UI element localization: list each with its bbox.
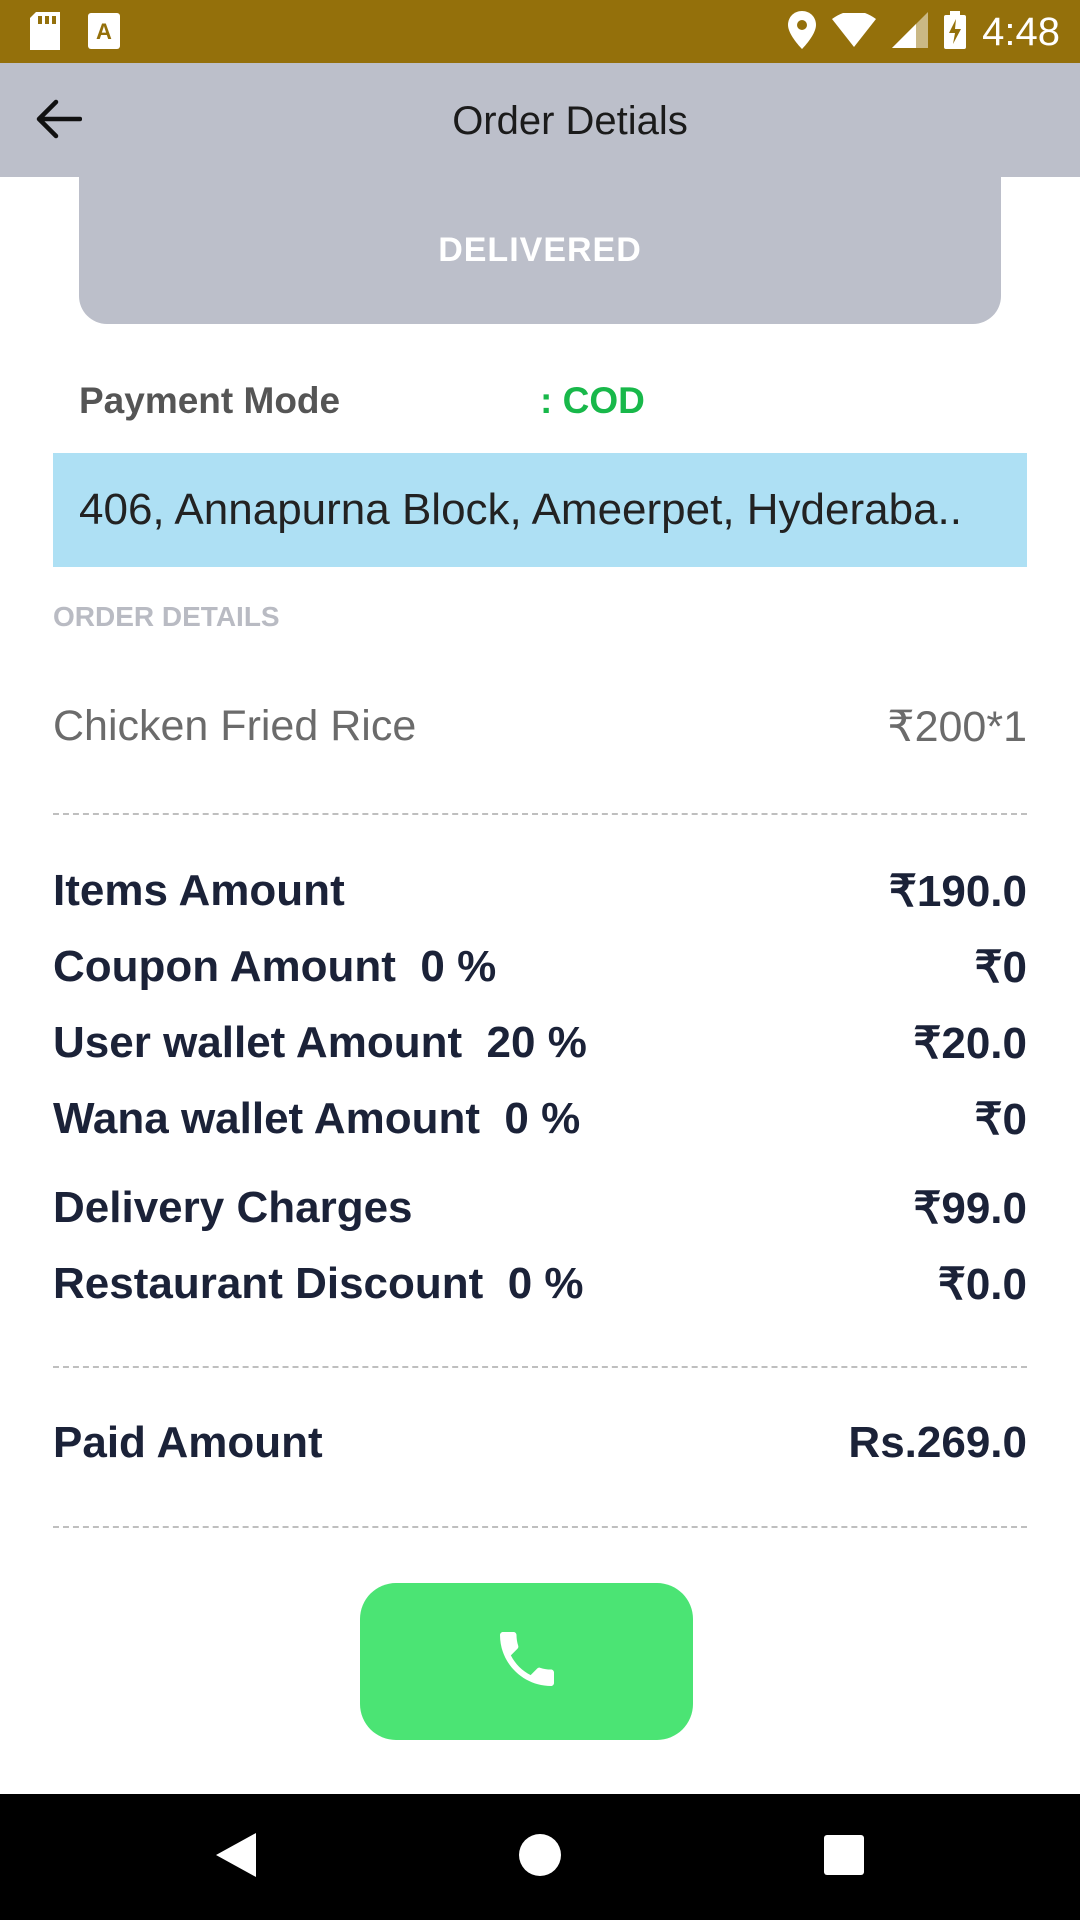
order-status-label: DELIVERED (438, 231, 642, 269)
row-value: ₹20.0 (913, 1019, 1027, 1068)
row-value: ₹0 (974, 1095, 1027, 1144)
status-bar: A 4:48 (0, 0, 1080, 63)
delivery-address: 406, Annapurna Block, Ameerpet, Hyderaba… (53, 453, 1027, 567)
location-icon (788, 10, 817, 54)
paid-value: Rs.269.0 (848, 1418, 1027, 1467)
wifi-icon (832, 10, 877, 52)
battery-charging-icon (944, 10, 967, 54)
clock: 4:48 (982, 9, 1060, 54)
list-item: Chicken Fried Rice ₹200*1 (53, 702, 1027, 752)
back-icon (214, 1831, 258, 1884)
row-label: User wallet Amount 20 % (53, 1018, 587, 1067)
wana-wallet-row: Wana wallet Amount 0 % ₹0 (53, 1094, 1027, 1145)
app-bar: Order Detials (0, 63, 1080, 177)
paid-amount-row: Paid Amount Rs.269.0 (53, 1418, 1027, 1468)
restaurant-discount-row: Restaurant Discount 0 % ₹0.0 (53, 1259, 1027, 1310)
payment-mode-label: Payment Mode (79, 380, 341, 421)
nav-recents-button[interactable] (814, 1827, 874, 1887)
divider (53, 813, 1027, 815)
sd-card-icon (30, 12, 60, 55)
system-nav-bar (0, 1794, 1080, 1920)
row-label: Delivery Charges (53, 1183, 413, 1232)
row-label: Restaurant Discount 0 % (53, 1259, 584, 1308)
divider (53, 1526, 1027, 1528)
items-amount-row: Items Amount ₹190.0 (53, 866, 1027, 917)
item-name: Chicken Fried Rice (53, 702, 417, 750)
divider (53, 1366, 1027, 1368)
row-value: ₹0.0 (937, 1260, 1027, 1309)
accessibility-icon: A (88, 13, 120, 54)
signal-icon (892, 11, 929, 53)
svg-text:A: A (96, 19, 112, 44)
nav-back-button[interactable] (206, 1827, 266, 1887)
address-text: 406, Annapurna Block, Ameerpet, Hyderaba… (79, 485, 963, 534)
order-details-heading: ORDER DETAILS (53, 601, 280, 632)
recents-icon (823, 1834, 865, 1881)
row-label: Coupon Amount 0 % (53, 942, 497, 991)
user-wallet-row: User wallet Amount 20 % ₹20.0 (53, 1018, 1027, 1069)
call-button[interactable] (360, 1583, 693, 1740)
payment-mode-value: : COD (540, 380, 645, 421)
home-icon (517, 1832, 563, 1883)
delivery-charges-row: Delivery Charges ₹99.0 (53, 1183, 1027, 1234)
row-value: ₹99.0 (913, 1184, 1027, 1233)
order-status-card: DELIVERED (79, 177, 1001, 324)
coupon-amount-row: Coupon Amount 0 % ₹0 (53, 942, 1027, 993)
item-price: ₹200*1 (887, 703, 1027, 751)
page-title: Order Detials (452, 99, 688, 143)
phone-icon (491, 1623, 563, 1700)
row-label: Items Amount (53, 866, 345, 915)
nav-home-button[interactable] (510, 1827, 570, 1887)
paid-label: Paid Amount (53, 1418, 323, 1467)
row-value: ₹0 (974, 943, 1027, 992)
row-label: Wana wallet Amount 0 % (53, 1094, 581, 1143)
row-value: ₹190.0 (888, 867, 1027, 916)
